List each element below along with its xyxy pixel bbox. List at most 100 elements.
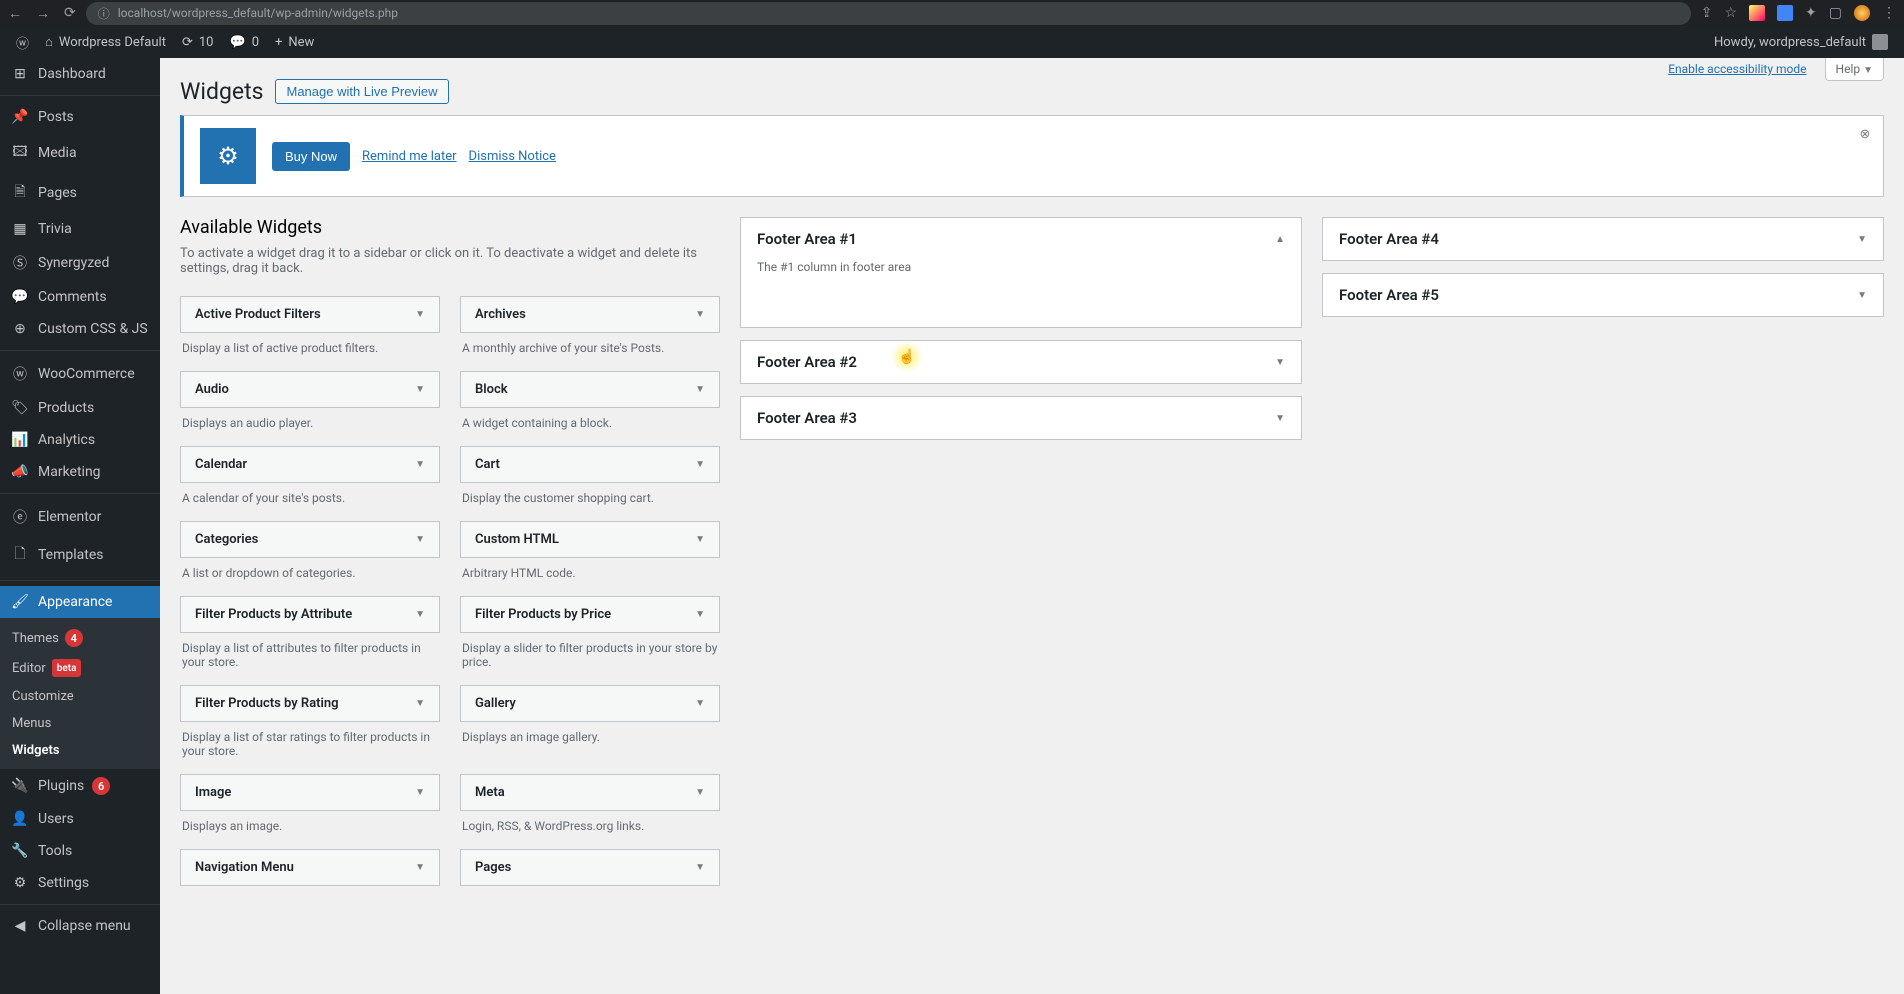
profile-avatar-icon[interactable] xyxy=(1854,5,1870,21)
collapse-menu[interactable]: ◀Collapse menu xyxy=(0,910,160,942)
new-link[interactable]: +New xyxy=(267,26,322,58)
comments-link[interactable]: 💬0 xyxy=(222,26,268,58)
extension-icon-1[interactable] xyxy=(1749,5,1765,21)
menu-icon[interactable]: ⋮ xyxy=(1882,5,1896,21)
submenu-editor[interactable]: Editor beta xyxy=(0,653,160,683)
wp-logo[interactable]: ⓦ xyxy=(8,26,37,58)
menu-elementor[interactable]: ⓔElementor xyxy=(0,499,160,535)
submenu-customize[interactable]: Customize xyxy=(0,683,160,710)
available-widget[interactable]: Gallery ▼ Displays an image gallery. xyxy=(460,685,720,774)
woocommerce-icon: ⓦ xyxy=(10,364,30,384)
widget-title-bar[interactable]: Navigation Menu ▼ xyxy=(180,849,440,886)
widget-title-bar[interactable]: Meta ▼ xyxy=(460,774,720,811)
menu-trivia[interactable]: ▦Trivia xyxy=(0,213,160,245)
widget-title-bar[interactable]: Filter Products by Price ▼ xyxy=(460,596,720,633)
widget-title-bar[interactable]: Gallery ▼ xyxy=(460,685,720,722)
widget-title-bar[interactable]: Filter Products by Rating ▼ xyxy=(180,685,440,722)
menu-templates[interactable]: 🗋Templates xyxy=(0,535,160,575)
available-widget[interactable]: Filter Products by Attribute ▼ Display a… xyxy=(180,596,440,685)
available-widget[interactable]: Categories ▼ A list or dropdown of categ… xyxy=(180,521,440,596)
submenu-themes[interactable]: Themes 4 xyxy=(0,623,160,653)
dismiss-notice-link[interactable]: Dismiss Notice xyxy=(469,149,556,164)
comment-icon: 💬 xyxy=(230,35,246,50)
menu-synergyzed[interactable]: ⓈSynergyzed xyxy=(0,245,160,281)
available-widget[interactable]: Calendar ▼ A calendar of your site's pos… xyxy=(180,446,440,521)
chevron-down-icon: ▼ xyxy=(695,609,705,620)
widget-title-bar[interactable]: Active Product Filters ▼ xyxy=(180,296,440,333)
available-widget[interactable]: Meta ▼ Login, RSS, & WordPress.org links… xyxy=(460,774,720,849)
chevron-down-icon: ▼ xyxy=(415,787,425,798)
available-widget[interactable]: Navigation Menu ▼ xyxy=(180,849,440,910)
widget-title-bar[interactable]: Pages ▼ xyxy=(460,849,720,886)
menu-custom-css[interactable]: ⊕Custom CSS & JS xyxy=(0,313,160,345)
extensions-icon[interactable]: ✦ xyxy=(1805,5,1817,21)
available-widget[interactable]: Active Product Filters ▼ Display a list … xyxy=(180,296,440,371)
widget-title-bar[interactable]: Categories ▼ xyxy=(180,521,440,558)
remind-later-link[interactable]: Remind me later xyxy=(362,149,457,164)
reload-icon[interactable]: ⟳ xyxy=(64,5,76,22)
widget-title-bar[interactable]: Block ▼ xyxy=(460,371,720,408)
menu-products[interactable]: 🏷Products xyxy=(0,392,160,424)
available-widget[interactable]: Archives ▼ A monthly archive of your sit… xyxy=(460,296,720,371)
menu-dashboard[interactable]: ⊞Dashboard xyxy=(0,58,160,90)
widget-title-text: Active Product Filters xyxy=(195,307,321,322)
wp-admin-bar: ⓦ ⌂Wordpress Default ⟳10 💬0 +New Howdy, … xyxy=(0,26,1904,58)
submenu-widgets[interactable]: Widgets xyxy=(0,737,160,764)
widget-title-bar[interactable]: Calendar ▼ xyxy=(180,446,440,483)
back-icon[interactable]: ← xyxy=(8,5,22,22)
widget-area-header[interactable]: Footer Area #1 ▲ xyxy=(741,218,1301,260)
window-icon[interactable]: ▢ xyxy=(1829,5,1842,21)
updates-link[interactable]: ⟳10 xyxy=(174,26,222,58)
url-bar[interactable]: ⓘ localhost/wordpress_default/wp-admin/w… xyxy=(86,2,1691,25)
widget-area-header[interactable]: Footer Area #4 ▼ xyxy=(1323,218,1883,260)
chevron-down-icon: ▼ xyxy=(415,698,425,709)
widget-title-bar[interactable]: Filter Products by Attribute ▼ xyxy=(180,596,440,633)
menu-settings[interactable]: ⚙Settings xyxy=(0,867,160,899)
widget-title-bar[interactable]: Image ▼ xyxy=(180,774,440,811)
available-widget[interactable]: Custom HTML ▼ Arbitrary HTML code. xyxy=(460,521,720,596)
available-widget[interactable]: Filter Products by Rating ▼ Display a li… xyxy=(180,685,440,774)
extension-icon-2[interactable] xyxy=(1777,5,1793,21)
menu-posts[interactable]: 📌Posts xyxy=(0,101,160,133)
menu-analytics[interactable]: 📊Analytics xyxy=(0,424,160,456)
account-link[interactable]: Howdy, wordpress_default xyxy=(1706,26,1896,58)
menu-comments[interactable]: 💬Comments xyxy=(0,281,160,313)
available-widget[interactable]: Pages ▼ xyxy=(460,849,720,910)
widget-title-bar[interactable]: Cart ▼ xyxy=(460,446,720,483)
widget-description: Displays an image gallery. xyxy=(460,722,720,760)
menu-woocommerce[interactable]: ⓦWooCommerce xyxy=(0,356,160,392)
menu-plugins[interactable]: 🔌Plugins 6 xyxy=(0,769,160,803)
chevron-down-icon: ▼ xyxy=(1857,234,1867,245)
available-widget[interactable]: Filter Products by Price ▼ Display a sli… xyxy=(460,596,720,685)
forward-icon[interactable]: → xyxy=(36,5,50,22)
available-widget[interactable]: Cart ▼ Display the customer shopping car… xyxy=(460,446,720,521)
bookmark-icon[interactable]: ☆ xyxy=(1724,5,1737,21)
help-tab[interactable]: Help ▼ xyxy=(1825,58,1884,81)
menu-media[interactable]: 🖾Media xyxy=(0,133,160,173)
site-link[interactable]: ⌂Wordpress Default xyxy=(37,26,174,58)
dismiss-icon[interactable]: ⊗ xyxy=(1855,124,1875,144)
widget-area-header[interactable]: Footer Area #3 ▼ xyxy=(741,397,1301,439)
media-icon: 🖾 xyxy=(10,141,30,165)
menu-users[interactable]: 👤Users xyxy=(0,803,160,835)
widget-area-header[interactable]: Footer Area #5 ▼ xyxy=(1323,274,1883,316)
available-widget[interactable]: Audio ▼ Displays an audio player. xyxy=(180,371,440,446)
share-icon[interactable]: ⇪ xyxy=(1701,5,1713,21)
widget-area-header[interactable]: Footer Area #2 ▼ xyxy=(741,341,1301,383)
submenu-menus[interactable]: Menus xyxy=(0,710,160,737)
widget-title-bar[interactable]: Audio ▼ xyxy=(180,371,440,408)
menu-pages[interactable]: 🗎Pages xyxy=(0,173,160,213)
widget-area-dropzone[interactable] xyxy=(741,282,1301,327)
available-widget[interactable]: Image ▼ Displays an image. xyxy=(180,774,440,849)
buy-now-button[interactable]: Buy Now xyxy=(272,142,350,171)
menu-marketing[interactable]: 📣Marketing xyxy=(0,456,160,488)
available-widget[interactable]: Block ▼ A widget containing a block. xyxy=(460,371,720,446)
manage-live-preview-button[interactable]: Manage with Live Preview xyxy=(275,79,448,104)
accessibility-link[interactable]: Enable accessibility mode xyxy=(1658,58,1816,81)
widget-description: A monthly archive of your site's Posts. xyxy=(460,333,720,371)
widget-title-bar[interactable]: Archives ▼ xyxy=(460,296,720,333)
menu-tools[interactable]: 🔧Tools xyxy=(0,835,160,867)
widget-title-bar[interactable]: Custom HTML ▼ xyxy=(460,521,720,558)
chevron-down-icon: ▼ xyxy=(415,459,425,470)
menu-appearance[interactable]: 🖌Appearance xyxy=(0,586,160,618)
